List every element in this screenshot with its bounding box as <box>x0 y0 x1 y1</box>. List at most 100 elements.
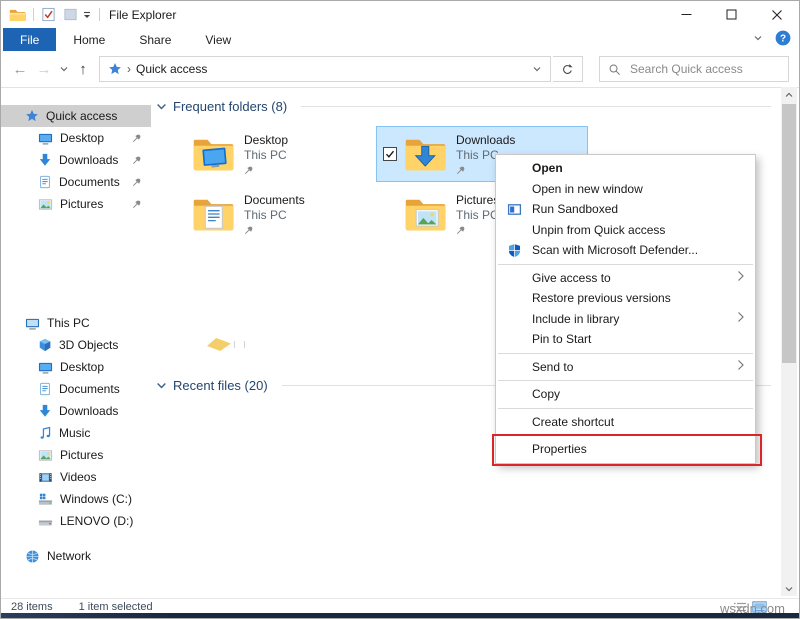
sidebar-item-label: Documents <box>59 382 120 396</box>
context-menu-separator <box>498 353 753 354</box>
forward-button[interactable]: → <box>34 56 54 82</box>
search-input[interactable] <box>628 61 780 77</box>
sidebar-item-label: Network <box>47 549 91 563</box>
sidebar-item-documents[interactable]: Documents <box>1 378 151 400</box>
collapse-section-icon[interactable] <box>156 101 167 112</box>
sidebar-item-music[interactable]: Music <box>1 422 151 444</box>
collapse-section-icon[interactable] <box>156 380 167 391</box>
context-menu-item-include-in-library[interactable]: Include in library <box>496 309 755 330</box>
checkbox-area[interactable] <box>377 147 403 161</box>
section-header-frequent-folders[interactable]: Frequent folders (8) <box>156 99 771 114</box>
sidebar-item-videos[interactable]: Videos <box>1 466 151 488</box>
pictures-icon <box>38 448 53 463</box>
section-title: Frequent folders (8) <box>173 99 287 114</box>
scroll-up-icon[interactable] <box>781 87 797 102</box>
refresh-button[interactable] <box>553 56 583 82</box>
windows-drive-icon <box>38 492 53 507</box>
maximize-button[interactable] <box>709 1 754 28</box>
sidebar-item-pictures[interactable]: Pictures <box>1 193 151 215</box>
sidebar-item-desktop[interactable]: Desktop <box>1 356 151 378</box>
qat-new-folder-icon[interactable] <box>63 7 78 22</box>
breadcrumb[interactable]: Quick access <box>136 62 207 76</box>
sidebar-item-3d-objects[interactable]: 3D Objects <box>1 334 151 356</box>
folder-tile-documents[interactable]: DocumentsThis PC <box>164 186 376 242</box>
drive-icon <box>38 514 53 529</box>
pictures-icon <box>38 197 53 212</box>
address-dropdown-icon[interactable] <box>532 64 542 74</box>
submenu-arrow-icon <box>736 359 745 374</box>
quick-access-icon <box>108 62 122 76</box>
title-bar: File Explorer <box>1 1 799 28</box>
ribbon-tabs: FileHomeShareView <box>3 28 248 51</box>
sidebar-item-label: This PC <box>47 316 90 330</box>
breadcrumb-chevron-icon: › <box>127 62 131 76</box>
context-menu-item-label: Restore previous versions <box>532 291 755 305</box>
context-menu-item-scan-with-microsoft-defender[interactable]: Scan with Microsoft Defender... <box>496 240 755 261</box>
context-menu-item-run-sandboxed[interactable]: Run Sandboxed <box>496 199 755 220</box>
minimize-icon <box>681 9 692 20</box>
scrollbar-thumb[interactable] <box>782 104 796 363</box>
sidebar-item-quick-access[interactable]: Quick access <box>1 105 151 127</box>
tab-view[interactable]: View <box>188 28 248 51</box>
context-menu-item-label: Open in new window <box>532 182 755 196</box>
sidebar-item-documents[interactable]: Documents <box>1 171 151 193</box>
folder-name: Documents <box>244 193 305 207</box>
close-button[interactable] <box>754 1 799 28</box>
sidebar-item-downloads[interactable]: Downloads <box>1 400 151 422</box>
tab-share[interactable]: Share <box>122 28 188 51</box>
checkbox[interactable] <box>383 147 397 161</box>
back-button[interactable]: ← <box>9 56 31 82</box>
vertical-scrollbar[interactable] <box>781 87 797 596</box>
desktop-icon <box>38 131 53 146</box>
minimize-button[interactable] <box>664 1 709 28</box>
cube-icon <box>38 338 52 352</box>
folder-tile-desktop[interactable]: DesktopThis PC <box>164 126 376 182</box>
context-menu-item-copy[interactable]: Copy <box>496 384 755 405</box>
submenu-arrow-icon <box>736 311 745 326</box>
context-menu-item-open[interactable]: Open <box>496 158 755 179</box>
sidebar-item-network[interactable]: Network <box>1 545 151 567</box>
pin-icon <box>132 133 142 143</box>
context-menu-item-give-access-to[interactable]: Give access to <box>496 268 755 289</box>
sidebar-item-this-pc[interactable]: This PC <box>1 312 151 334</box>
folder-tile-text: DocumentsThis PC <box>244 193 305 235</box>
context-menu-item-properties[interactable]: Properties <box>496 439 755 460</box>
context-menu-item-unpin-from-quick-access[interactable]: Unpin from Quick access <box>496 220 755 241</box>
context-menu-item-restore-previous-versions[interactable]: Restore previous versions <box>496 288 755 309</box>
sidebar-item-downloads[interactable]: Downloads <box>1 149 151 171</box>
context-menu-item-label: Pin to Start <box>532 332 755 346</box>
address-bar[interactable]: › Quick access <box>99 56 551 82</box>
folder-documents-icon <box>191 192 235 236</box>
sidebar-item-label: Videos <box>60 470 96 484</box>
watermark: wsxdn.com <box>720 601 785 616</box>
context-menu-item-send-to[interactable]: Send to <box>496 357 755 378</box>
help-icon[interactable]: ? <box>775 30 791 46</box>
recent-locations-icon[interactable] <box>57 56 71 82</box>
up-button[interactable]: ↑ <box>73 56 93 82</box>
qat-properties-icon[interactable] <box>41 7 56 22</box>
context-menu-separator <box>498 435 753 436</box>
sidebar-item-lenovo-d[interactable]: LENOVO (D:) <box>1 510 151 532</box>
chevron-down-icon <box>784 584 794 594</box>
tab-file[interactable]: File <box>3 28 56 51</box>
context-menu-item-create-shortcut[interactable]: Create shortcut <box>496 412 755 433</box>
context-menu-item-pin-to-start[interactable]: Pin to Start <box>496 329 755 350</box>
sidebar-item-pictures[interactable]: Pictures <box>1 444 151 466</box>
context-menu-item-label: Properties <box>532 442 755 456</box>
sidebar-item-label: LENOVO (D:) <box>60 514 133 528</box>
context-menu-item-open-in-new-window[interactable]: Open in new window <box>496 179 755 200</box>
folder-name: Pictures <box>456 193 499 207</box>
file-explorer-icon <box>9 8 26 22</box>
folder-tile-text: PicturesThis PC <box>456 193 499 235</box>
tab-home[interactable]: Home <box>56 28 122 51</box>
sidebar-item-windows-c[interactable]: Windows (C:) <box>1 488 151 510</box>
search-box[interactable] <box>599 56 789 82</box>
qat-customize-icon[interactable] <box>82 10 92 20</box>
sidebar-item-label: Downloads <box>59 404 118 418</box>
scroll-down-icon[interactable] <box>781 581 797 596</box>
divider <box>301 106 771 107</box>
item-count: 28 items <box>11 601 53 613</box>
folder-name: Desktop <box>244 133 288 147</box>
sidebar-item-desktop[interactable]: Desktop <box>1 127 151 149</box>
ribbon-collapse-icon[interactable] <box>753 33 763 43</box>
